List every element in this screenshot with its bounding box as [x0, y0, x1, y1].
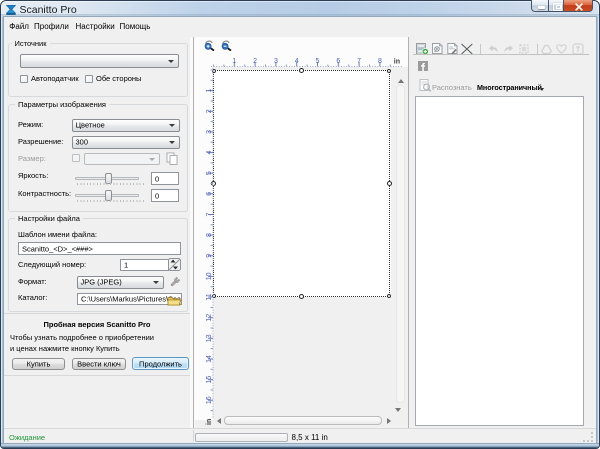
svg-text:12: 12: [206, 314, 213, 322]
svg-text:1: 1: [206, 89, 213, 93]
svg-text:11: 11: [206, 293, 213, 300]
svg-text:8: 8: [378, 58, 382, 65]
svg-text:6: 6: [206, 192, 213, 196]
svg-text:5: 5: [206, 171, 213, 175]
svg-text:2: 2: [253, 58, 257, 65]
svg-text:3: 3: [274, 58, 278, 65]
svg-text:1: 1: [232, 58, 236, 65]
svg-text:4: 4: [206, 151, 213, 155]
svg-text:16: 16: [206, 396, 213, 404]
svg-text:3: 3: [206, 130, 213, 134]
svg-text:9: 9: [206, 254, 213, 258]
svg-text:14: 14: [206, 355, 213, 363]
svg-text:15: 15: [206, 376, 213, 384]
svg-text:5: 5: [316, 58, 320, 65]
svg-text:6: 6: [336, 58, 340, 65]
svg-text:13: 13: [206, 334, 213, 342]
svg-text:8: 8: [206, 233, 213, 237]
svg-text:10: 10: [206, 272, 213, 280]
svg-text:7: 7: [206, 212, 213, 216]
svg-text:7: 7: [357, 58, 361, 65]
svg-text:in: in: [394, 59, 400, 66]
svg-text:4: 4: [295, 58, 299, 65]
svg-text:in: in: [206, 419, 213, 425]
svg-text:2: 2: [206, 109, 213, 113]
